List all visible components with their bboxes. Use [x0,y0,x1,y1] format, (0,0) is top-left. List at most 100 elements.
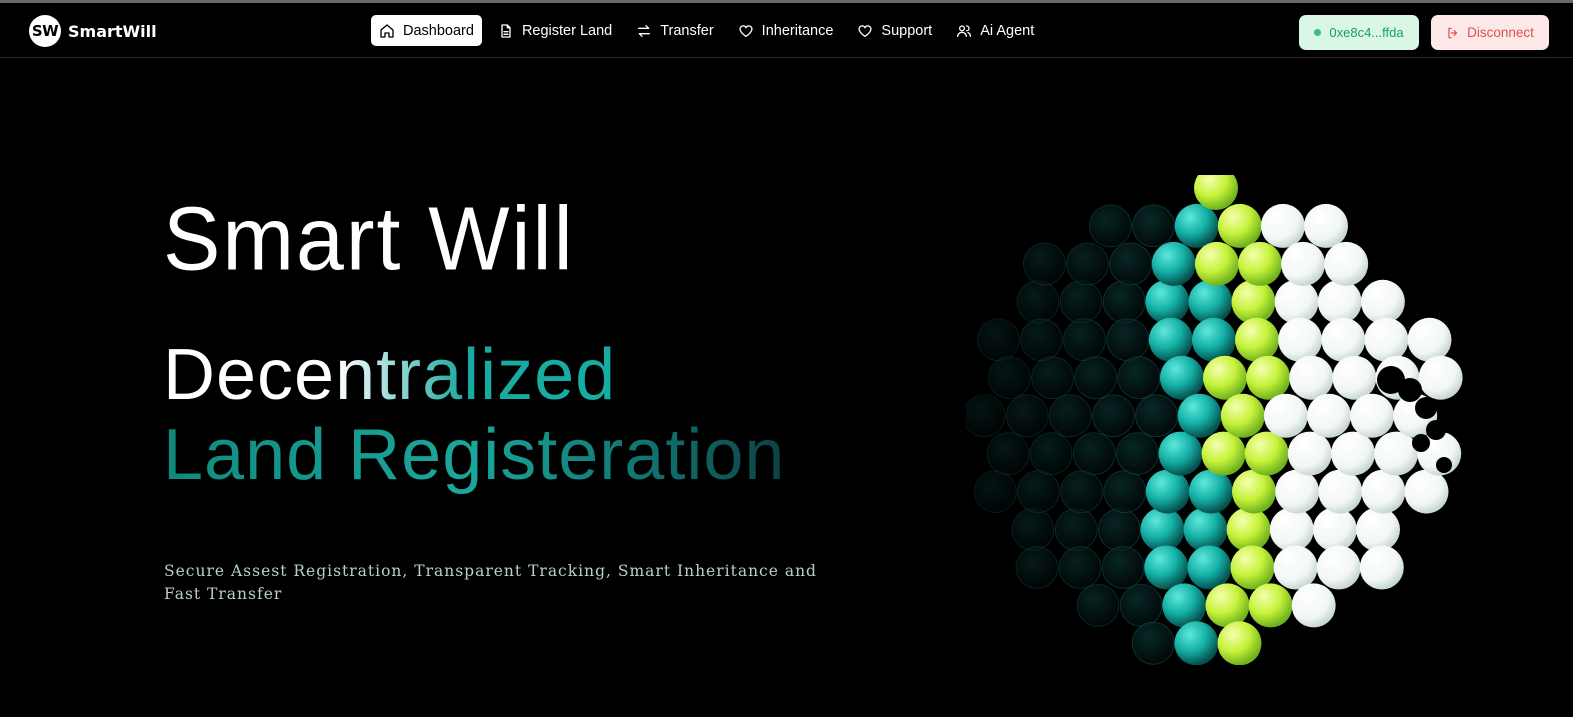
sphere-ball [1106,318,1150,362]
sphere-ball [1191,317,1236,362]
sphere-ball [1017,470,1060,514]
sphere-ball [1263,393,1308,438]
sphere-ball [1023,242,1066,286]
brand[interactable]: SW SmartWill [29,15,157,47]
sphere-ball [1135,394,1178,438]
sphere-ball [1151,241,1196,286]
sphere-ball [976,318,1020,362]
sphere-ball [986,432,1030,476]
nav-item-support[interactable]: Support [849,15,940,46]
sphere-ball [1248,583,1293,628]
hero-subtitle-line2: Land Registeration [163,415,843,495]
sphere-ball [1015,546,1059,589]
sphere-ball [1275,469,1320,514]
nav-item-transfer[interactable]: Transfer [628,15,721,46]
sphere-ball [1220,393,1265,438]
sphere-ball [1226,507,1271,552]
sphere-ball [1281,241,1326,286]
sphere-ball [1238,241,1282,286]
sphere-ball [1407,317,1452,362]
sphere-ball [1201,431,1246,476]
sphere-ball [1332,355,1377,400]
sphere-ball [1356,507,1400,552]
nav-item-register-land[interactable]: Register Land [490,15,620,46]
sphere-ball [1361,469,1406,514]
sphere-ball [1364,317,1409,362]
sphere-ball [988,356,1031,400]
sphere-ball [1005,394,1049,438]
sphere-ball [1217,621,1262,665]
sphere-ball [1291,583,1336,628]
nav-item-inheritance[interactable]: Inheritance [730,15,842,46]
wallet-address: 0xe8c4...ffda [1329,25,1404,40]
sphere-ball [1244,431,1289,476]
sphere-ball [1119,584,1163,627]
sphere-ball [1278,317,1323,362]
navbar: SW SmartWill Dashboard Register Land Tra… [0,3,1573,58]
nav-item-dashboard[interactable]: Dashboard [371,15,482,46]
sphere-ball [1359,545,1404,590]
sphere-ball [1072,432,1116,476]
sphere-ball [1231,279,1276,324]
disconnect-button[interactable]: Disconnect [1431,15,1549,50]
sphere-ball [1103,470,1147,514]
sphere-ball [1101,546,1145,589]
sphere-ball [1203,355,1247,400]
nav-item-label: Dashboard [403,22,474,39]
sphere-ball [1260,203,1305,248]
sphere-ball [1174,621,1219,665]
sphere-ball [1054,508,1098,551]
sphere-ball [1177,393,1222,438]
disconnect-label: Disconnect [1467,25,1534,40]
sphere-ball [1217,203,1262,248]
sphere-ball [966,394,1006,438]
sphere-ball [1158,431,1203,476]
sphere-ball [1194,241,1239,286]
sphere-ball [1102,280,1146,324]
sphere-ball [1183,507,1228,552]
sphere-ball [1374,431,1419,476]
hero-subtitle-line1: Decentralized [163,335,663,415]
sphere-ball [1321,317,1366,362]
sphere-ball [1304,203,1348,248]
sphere-ball [1174,203,1219,248]
nav-item-label: Ai Agent [980,22,1035,39]
sphere-ball [1091,394,1135,438]
nav-item-ai-agent[interactable]: Ai Agent [948,15,1042,46]
sphere-ball [973,470,1017,514]
sphere-ball [1011,508,1055,551]
sphere-ball [1097,508,1141,551]
hero-tagline: Secure Assest Registration, Transparent … [164,562,817,603]
sphere-ball [1020,318,1063,362]
sphere-ball [1316,545,1361,590]
sphere-ball [1404,469,1449,514]
sphere-gap [1436,457,1452,473]
sphere-ball [1031,356,1074,400]
sphere-ball [1205,583,1250,628]
sphere-ball [1187,545,1232,590]
sphere-ball [1029,432,1073,476]
sphere-ball [1360,279,1405,324]
sphere-ball [1307,393,1351,438]
sphere-ball [1269,507,1314,552]
sphere-gap [1398,378,1422,402]
sphere-ball [1159,355,1204,400]
sphere-ball [1289,355,1334,400]
sphere-ball [1188,279,1233,324]
sphere-ball [1162,583,1207,628]
document-icon [501,23,511,38]
sphere-ball [1063,318,1106,362]
sphere-ball [1131,621,1175,665]
nav-item-label: Support [881,22,933,39]
sphere-ball [1331,431,1375,476]
home-icon [380,23,394,38]
sphere-ball [1116,432,1159,476]
sphere-ball [1287,431,1332,476]
sphere-ball [1140,507,1185,552]
nav-item-label: Register Land [521,22,613,39]
sphere-ball [1088,204,1132,248]
wallet-address-badge[interactable]: 0xe8c4...ffda [1299,15,1419,50]
sphere-ball [1144,545,1189,590]
sphere-ball [1232,469,1276,514]
sphere-ball [1145,279,1190,324]
